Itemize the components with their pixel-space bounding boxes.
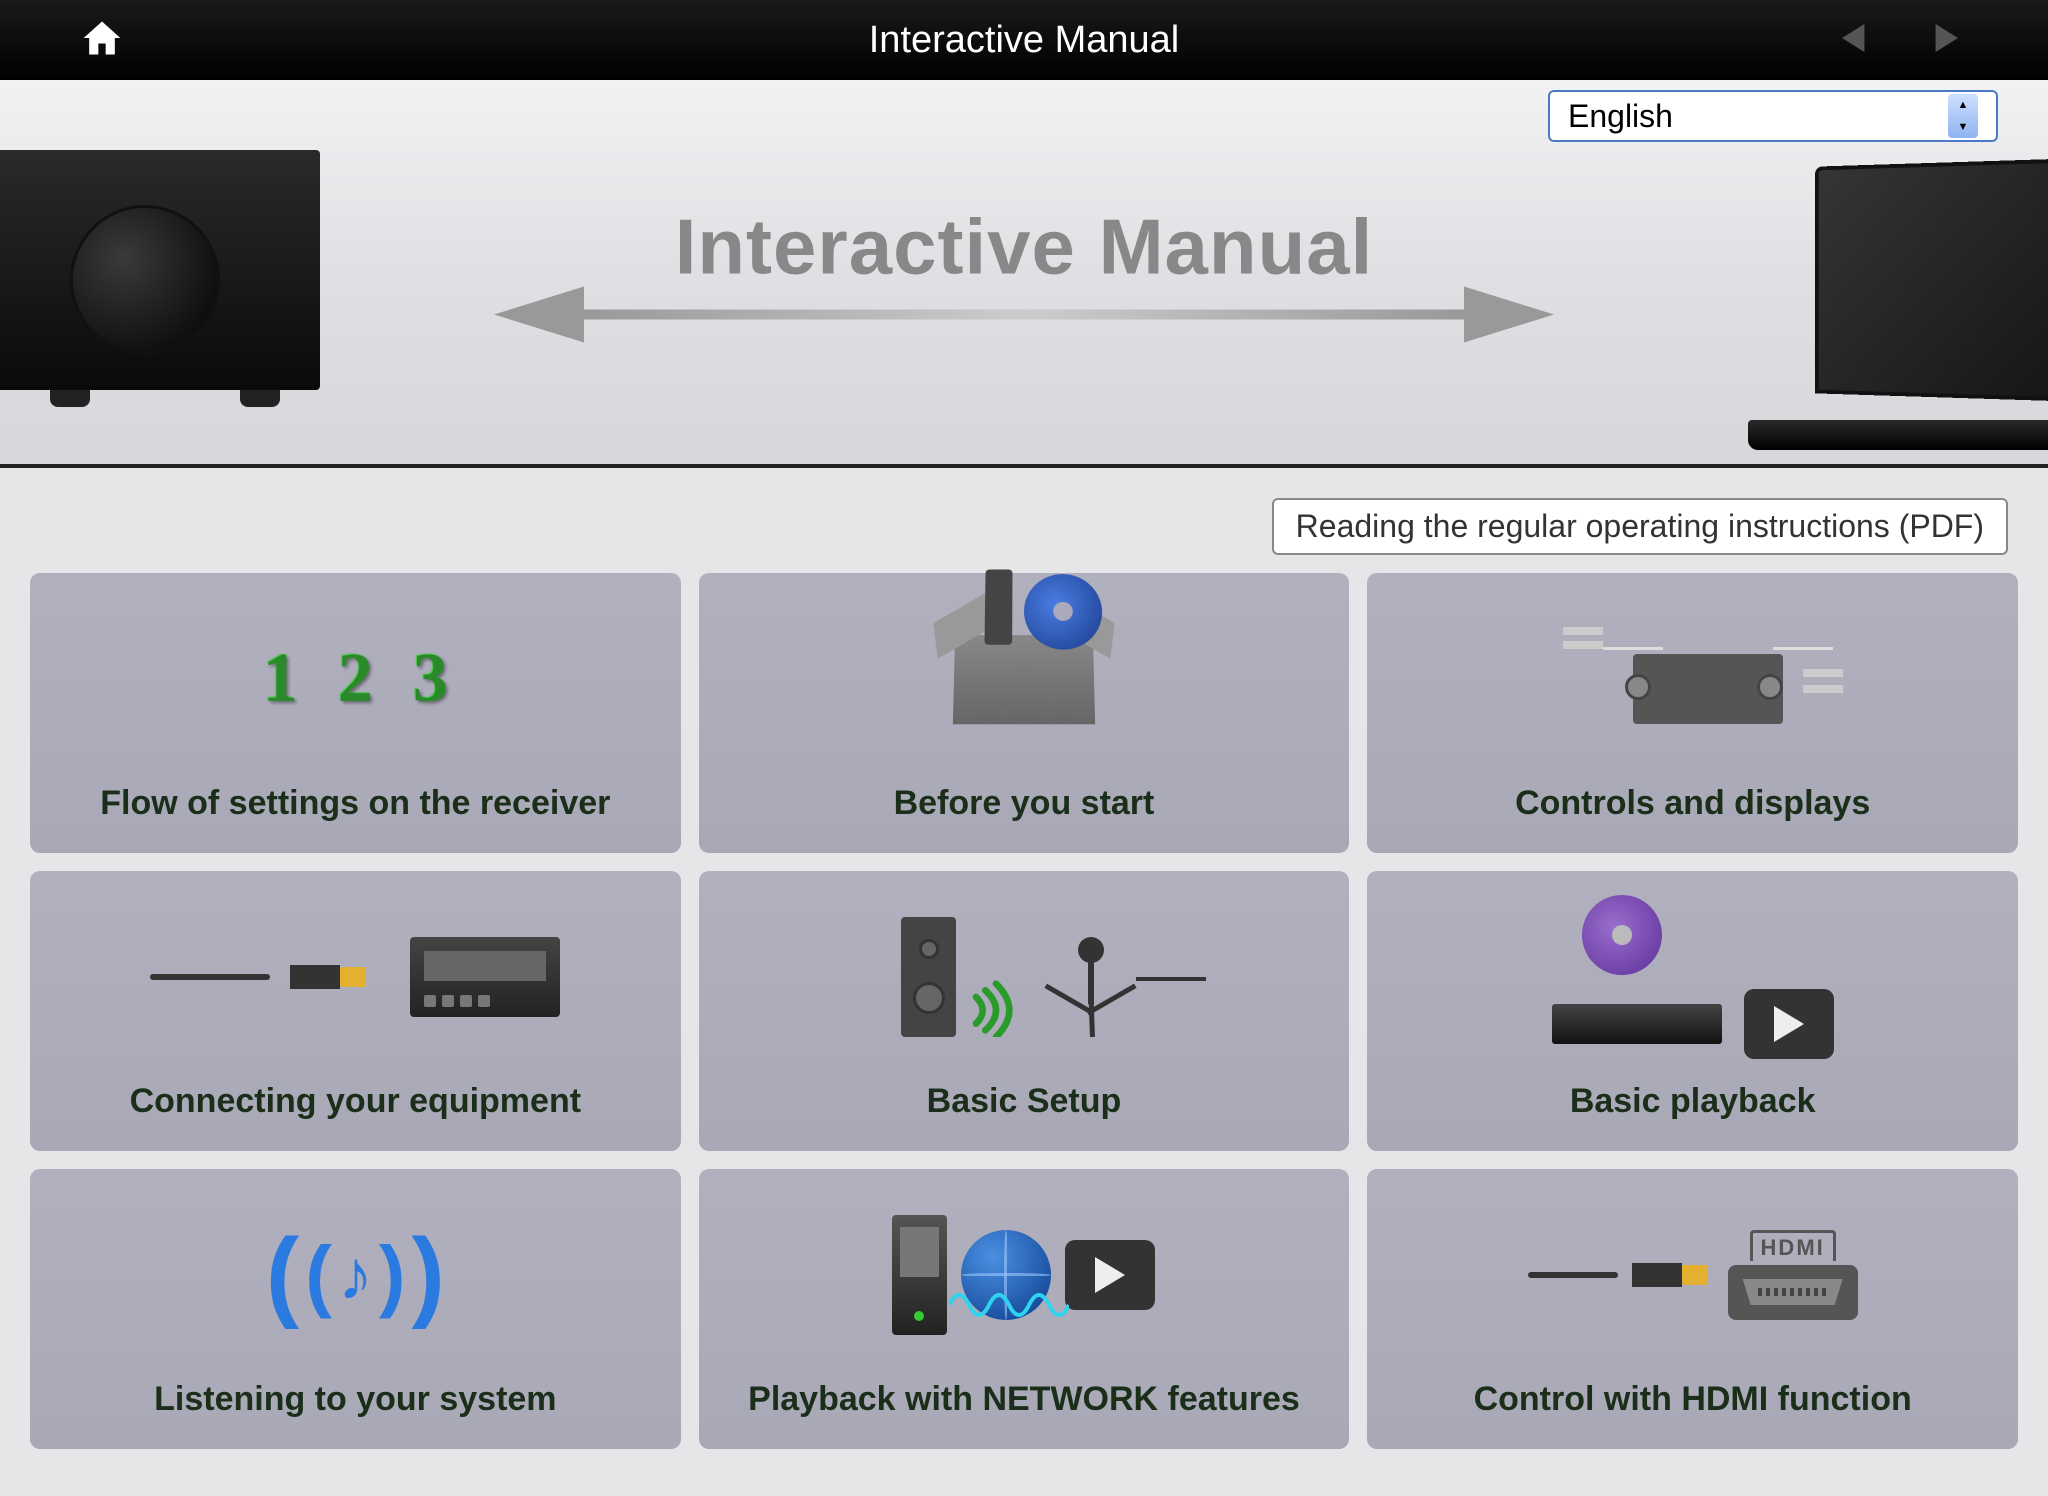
card-label: Before you start <box>894 784 1155 823</box>
laptop-illustration <box>1598 160 2048 460</box>
card-flow-of-settings[interactable]: 123 Flow of settings on the receiver <box>30 573 681 853</box>
card-label: Flow of settings on the receiver <box>100 784 610 823</box>
card-label: Control with HDMI function <box>1474 1380 1912 1419</box>
cable-to-amplifier-icon <box>30 871 681 1082</box>
stepper-icon: ▲▼ <box>1948 94 1978 138</box>
card-label: Connecting your equipment <box>130 1082 581 1121</box>
card-label: Basic playback <box>1570 1082 1816 1121</box>
card-label: Controls and displays <box>1515 784 1870 823</box>
card-connecting-equipment[interactable]: Connecting your equipment <box>30 871 681 1151</box>
topbar: Interactive Manual <box>0 0 2048 80</box>
card-label: Playback with NETWORK features <box>748 1380 1300 1419</box>
card-label: Listening to your system <box>154 1380 556 1419</box>
language-select[interactable]: English ▲▼ <box>1548 90 1998 142</box>
numbered-steps-icon: 123 <box>30 573 681 784</box>
content-area: Reading the regular operating instructio… <box>0 468 2048 1469</box>
hdmi-text-label: HDMI <box>1750 1230 1836 1261</box>
nav-prev-button[interactable] <box>1842 24 1870 57</box>
hero-banner: English ▲▼ Interactive Manual <box>0 80 2048 468</box>
topic-grid: 123 Flow of settings on the receiver Bef… <box>30 573 2018 1449</box>
hdmi-port-icon: HDMI <box>1367 1169 2018 1380</box>
pdf-instructions-link[interactable]: Reading the regular operating instructio… <box>1272 498 2008 555</box>
network-streaming-icon <box>699 1169 1350 1380</box>
speaker-calibration-icon <box>699 871 1350 1082</box>
card-listening-to-system[interactable]: (( ♪ )) Listening to your system <box>30 1169 681 1449</box>
nav-next-button[interactable] <box>1930 24 1958 57</box>
sound-waves-icon: (( ♪ )) <box>30 1169 681 1380</box>
language-selected-label: English <box>1568 98 1673 135</box>
unboxing-icon <box>699 573 1350 784</box>
card-basic-setup[interactable]: Basic Setup <box>699 871 1350 1151</box>
card-controls-and-displays[interactable]: Controls and displays <box>1367 573 2018 853</box>
card-hdmi-control[interactable]: HDMI Control with HDMI function <box>1367 1169 2018 1449</box>
card-before-you-start[interactable]: Before you start <box>699 573 1350 853</box>
disc-player-play-icon <box>1367 871 2018 1082</box>
page-title: Interactive Manual <box>869 19 1180 62</box>
home-button[interactable] <box>80 16 124 65</box>
wiring-diagram-icon <box>1367 573 2018 784</box>
card-network-playback[interactable]: Playback with NETWORK features <box>699 1169 1350 1449</box>
card-basic-playback[interactable]: Basic playback <box>1367 871 2018 1151</box>
card-label: Basic Setup <box>927 1082 1122 1121</box>
nav-arrows <box>1842 24 1958 57</box>
